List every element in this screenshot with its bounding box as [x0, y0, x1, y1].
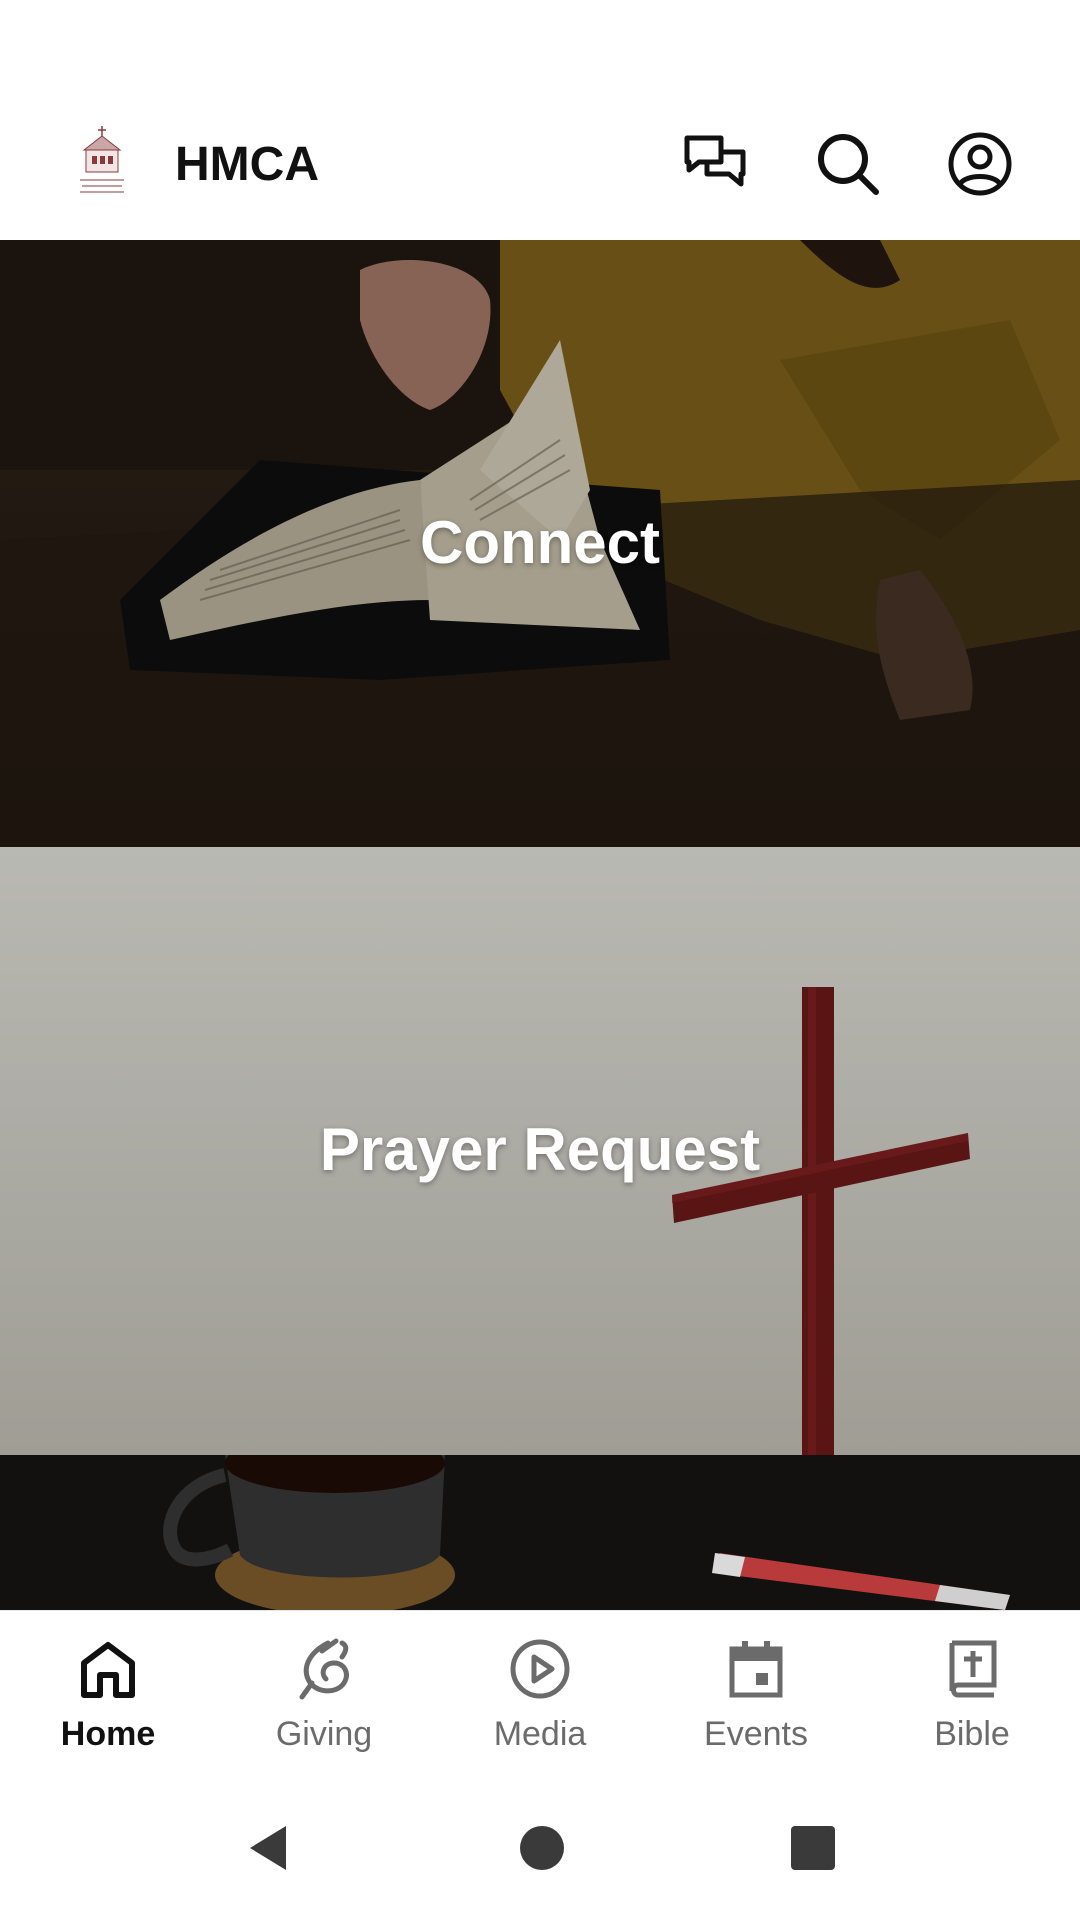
app-screen: HMCA Connect Prayer Request Home Giving … [0, 0, 1080, 1920]
back-triangle-icon[interactable] [240, 1818, 300, 1878]
app-title: HMCA [175, 138, 319, 191]
church-logo-icon[interactable] [70, 120, 134, 212]
recents-square-icon[interactable] [783, 1818, 843, 1878]
nav-bible-label: Bible [934, 1715, 1010, 1753]
prayer-request-label: Prayer Request [319, 1116, 761, 1183]
nav-media-label: Media [493, 1715, 587, 1753]
nav-events[interactable]: Events [648, 1611, 864, 1781]
chat-bubbles-icon[interactable] [675, 124, 755, 204]
connect-label: Connect [420, 509, 660, 576]
search-icon[interactable] [808, 124, 888, 204]
home-icon [81, 1642, 135, 1698]
bottom-navigation: Home Giving Media Events Bible [0, 1610, 1080, 1781]
app-header: HMCA [0, 90, 1080, 240]
nav-bible[interactable]: Bible [864, 1611, 1080, 1781]
play-circle-icon [510, 1639, 570, 1699]
nav-events-label: Events [704, 1715, 808, 1753]
nav-media[interactable]: Media [432, 1611, 648, 1781]
coffee-mug-image [0, 1455, 1080, 1610]
status-bar [0, 0, 1080, 90]
system-navigation-bar [0, 1780, 1080, 1920]
nav-home[interactable]: Home [0, 1611, 216, 1781]
giving-hand-icon [299, 1638, 349, 1700]
prayer-request-tile[interactable]: Prayer Request [0, 847, 1080, 1455]
nav-giving[interactable]: Giving [216, 1611, 432, 1781]
home-circle-icon[interactable] [512, 1818, 572, 1878]
nav-home-label: Home [60, 1715, 156, 1753]
feed-tile-3[interactable] [0, 1455, 1080, 1610]
calendar-icon [729, 1641, 783, 1698]
home-feed: Connect Prayer Request [0, 240, 1080, 1610]
connect-tile[interactable]: Connect [0, 240, 1080, 847]
account-circle-icon[interactable] [940, 124, 1020, 204]
bible-cross-icon [949, 1640, 997, 1698]
nav-giving-label: Giving [275, 1715, 373, 1753]
